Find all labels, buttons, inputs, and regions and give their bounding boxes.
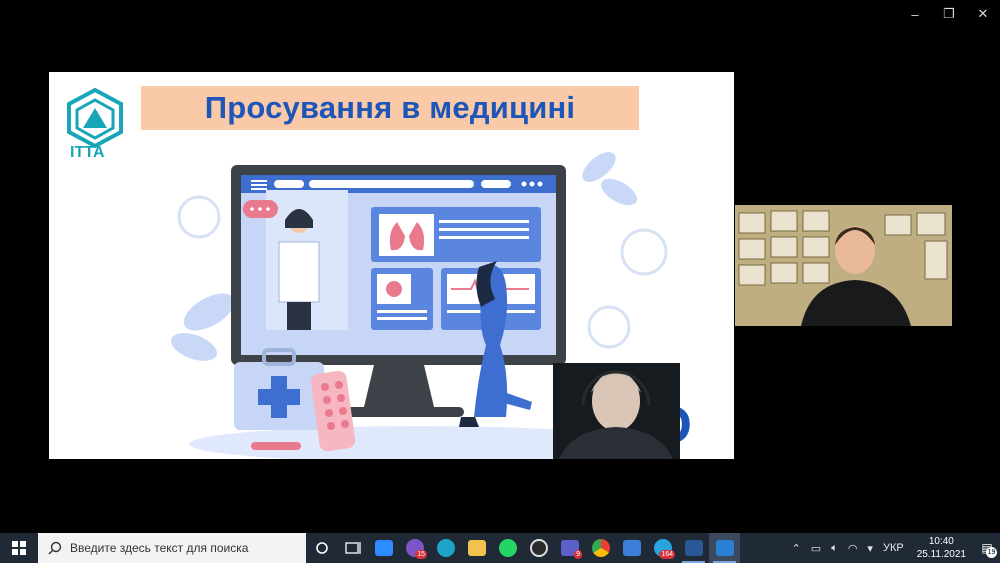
network-icon[interactable]: ◠ (843, 542, 863, 555)
windows-logo-icon (12, 541, 26, 555)
clock-time: 10:40 (928, 536, 954, 547)
close-button[interactable]: ✕ (966, 0, 1000, 28)
whatsapp-icon (498, 539, 517, 557)
slide-title-band: Просування в медицині (141, 86, 639, 130)
virtualbox-app[interactable] (616, 533, 647, 563)
participant-video-frame (735, 205, 952, 326)
zoom-icon (374, 540, 393, 556)
chrome-app[interactable] (585, 533, 616, 563)
teams-app[interactable]: 9 (554, 533, 585, 563)
telegram-badge: 164 (659, 550, 675, 559)
system-tray: ⌃ ▭ 🔈︎ ◠ ▾ УКР 10:40 25.11.2021 ▤ 19 (787, 533, 1000, 563)
media-player-icon (715, 540, 734, 556)
obs-icon (529, 539, 548, 557)
minimize-button[interactable]: – (898, 0, 932, 28)
notification-count: 19 (986, 547, 997, 558)
start-button[interactable] (0, 533, 38, 563)
search-icon (48, 541, 62, 555)
taskbar: Введите здесь текст для поиска 15 9 164 … (0, 533, 1000, 563)
slide-title: Просування в медицині (204, 90, 576, 125)
whatsapp-app[interactable] (492, 533, 523, 563)
teams-badge: 9 (574, 550, 582, 559)
word-icon (684, 540, 703, 556)
news-widget-button[interactable] (337, 533, 368, 563)
restore-button[interactable]: ❐ (932, 0, 966, 28)
taskbar-search[interactable]: Введите здесь текст для поиска (38, 533, 306, 563)
edge-app[interactable] (430, 533, 461, 563)
virtual-machine-icon (622, 540, 641, 556)
task-view-button[interactable] (306, 533, 337, 563)
self-video[interactable] (553, 363, 680, 459)
participant-video[interactable] (735, 205, 952, 326)
chrome-icon (591, 539, 610, 557)
cortana-circle-icon (315, 542, 328, 554)
search-placeholder: Введите здесь текст для поиска (70, 541, 249, 555)
telegram-app[interactable]: 164 (647, 533, 678, 563)
self-video-frame (553, 363, 680, 459)
window-controls: – ❐ ✕ (898, 0, 1000, 28)
zoom-app[interactable] (368, 533, 399, 563)
clock-date: 25.11.2021 (916, 549, 966, 560)
obs-app[interactable] (523, 533, 554, 563)
volume-icon[interactable]: 🔈︎ (826, 542, 843, 555)
folder-icon (467, 540, 486, 556)
antivirus-icon[interactable]: ▾ (862, 542, 878, 555)
screen: – ❐ ✕ ІТТА Просування в медицині Введите… (0, 0, 1000, 563)
viber-app[interactable]: 15 (399, 533, 430, 563)
word-app[interactable] (678, 533, 709, 563)
clock[interactable]: 10:40 25.11.2021 (909, 535, 974, 561)
input-language[interactable]: УКР (878, 542, 909, 554)
viber-badge: 15 (415, 550, 427, 559)
notification-center-button[interactable]: ▤ 19 (974, 533, 1000, 563)
task-view-icon (344, 542, 361, 554)
chevron-up-icon[interactable]: ⌃ (787, 542, 806, 555)
edge-icon (436, 539, 455, 557)
file-explorer-app[interactable] (461, 533, 492, 563)
battery-icon[interactable]: ▭ (806, 542, 826, 555)
logo-text: ІТТА (70, 144, 105, 161)
media-player-app[interactable] (709, 533, 740, 563)
